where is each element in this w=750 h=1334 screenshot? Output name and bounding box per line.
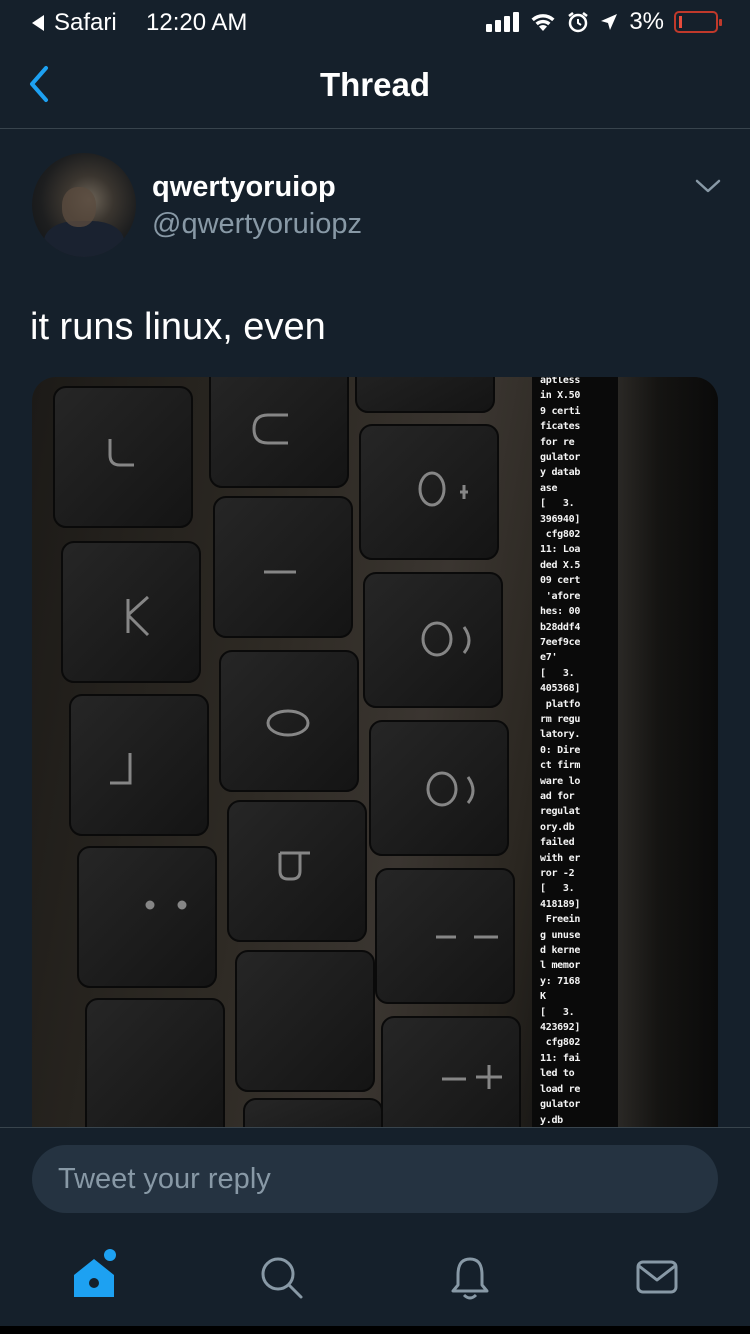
terminal-line: gulator [540,1099,581,1111]
terminal-line: e7' [540,652,558,664]
terminal-line: for re [540,436,575,448]
terminal-line: 405368] [540,683,581,695]
keyboard-photo [53,377,521,1137]
terminal-line: gulator [540,452,581,464]
terminal-line: hes: 00 [540,606,581,618]
terminal-line: rm regu [540,713,581,725]
back-app-label: Safari [54,9,117,36]
terminal-line: y.db [540,1114,563,1126]
back-triangle-icon [32,15,44,31]
terminal-line: with er [540,852,581,864]
status-bar: Safari 12:20 AM 3% [0,0,750,46]
nav-bar: Thread [0,46,750,129]
terminal-line: ase [540,482,558,494]
home-indicator [0,1326,750,1334]
reply-input[interactable] [32,1145,718,1213]
terminal-line: y: 7168 [540,975,581,987]
terminal-line: ct firm [540,760,581,772]
laptop-bezel [618,377,718,1137]
terminal-line: cfg802 [540,1037,581,1049]
terminal-line: failed [540,837,575,849]
terminal-line: [ 3. [540,883,575,895]
terminal-line: 418189] [540,898,581,910]
search-icon [261,1257,303,1299]
author-handle[interactable]: @qwertyoruiopz [152,208,362,241]
tweet-text: it runs linux, even [30,306,326,348]
reply-bar [0,1127,750,1227]
terminal-line: 'afore [540,590,581,602]
terminal-line: 7eef9ce [540,636,581,648]
avatar[interactable] [32,153,136,257]
page-title: Thread [319,66,431,103]
terminal-line: b28ddf4 [540,621,581,633]
terminal-screen: aptless in X.50 9 certi ficates for re gulato… [532,377,618,1137]
terminal-line: 423692] [540,1022,581,1034]
tab-bar [0,1227,750,1334]
terminal-line: ory.db [540,821,575,833]
terminal-line: l memor [540,960,581,972]
terminal-line: ded X.5 [540,559,581,571]
terminal-line: load re [540,1083,581,1095]
terminal-line: 09 cert [540,575,581,587]
terminal-line: Freein [540,914,581,926]
tab-messages[interactable] [627,1247,687,1307]
terminal-line: in X.50 [540,390,581,402]
tab-home[interactable] [64,1247,124,1307]
tab-search[interactable] [251,1247,311,1307]
terminal-line: led to [540,1068,575,1080]
terminal-line: d kerne [540,945,581,957]
terminal-line: ror -2 [540,868,575,879]
thread-screen: Safari 12:20 AM 3% Thread qwertyoruiop @… [0,0,750,1334]
tab-notifications[interactable] [440,1247,500,1307]
terminal-line: aptless [540,377,581,386]
terminal-line: y datab [540,467,581,479]
tweet-media-photo[interactable]: aptless in X.50 9 certi ficates for re gulato… [32,377,718,1137]
terminal-line: ficates [540,421,581,433]
bell-icon [451,1257,489,1300]
chevron-down-icon[interactable] [694,174,722,198]
status-time: 12:20 AM [146,9,248,36]
terminal-line: ad for [540,790,575,802]
terminal-line: 11: fai [540,1052,581,1064]
terminal-line: [ 3. [540,1006,575,1018]
terminal-line: cfg802 [540,529,581,541]
terminal-line: 0: Dire [540,744,581,756]
terminal-line: ware lo [540,775,581,787]
wifi-icon [531,14,555,31]
terminal-line: platfo [540,698,581,710]
terminal-line: 11: Loa [540,544,581,556]
battery-percent: 3% [629,8,664,35]
signal-bars-icon [486,12,520,32]
home-icon [74,1249,116,1297]
battery-icon [674,11,722,33]
terminal-line: [ 3. [540,498,575,510]
terminal-line: 396940] [540,513,581,525]
terminal-line: g unuse [540,929,581,941]
back-to-app[interactable]: Safari [32,9,117,37]
terminal-line: latory. [540,729,581,741]
envelope-icon [636,1260,678,1294]
terminal-output: aptless in X.50 9 certi ficates for re gulato… [540,377,600,1137]
terminal-line: [ 3. [540,667,575,679]
terminal-line: 9 certi [540,405,581,417]
alarm-icon [568,12,589,33]
terminal-line: regulat [540,806,581,818]
location-arrow-icon [601,14,618,30]
terminal-line: K [540,991,546,1003]
status-indicators: 3% [486,8,722,36]
author-name[interactable]: qwertyoruiop [152,171,336,204]
